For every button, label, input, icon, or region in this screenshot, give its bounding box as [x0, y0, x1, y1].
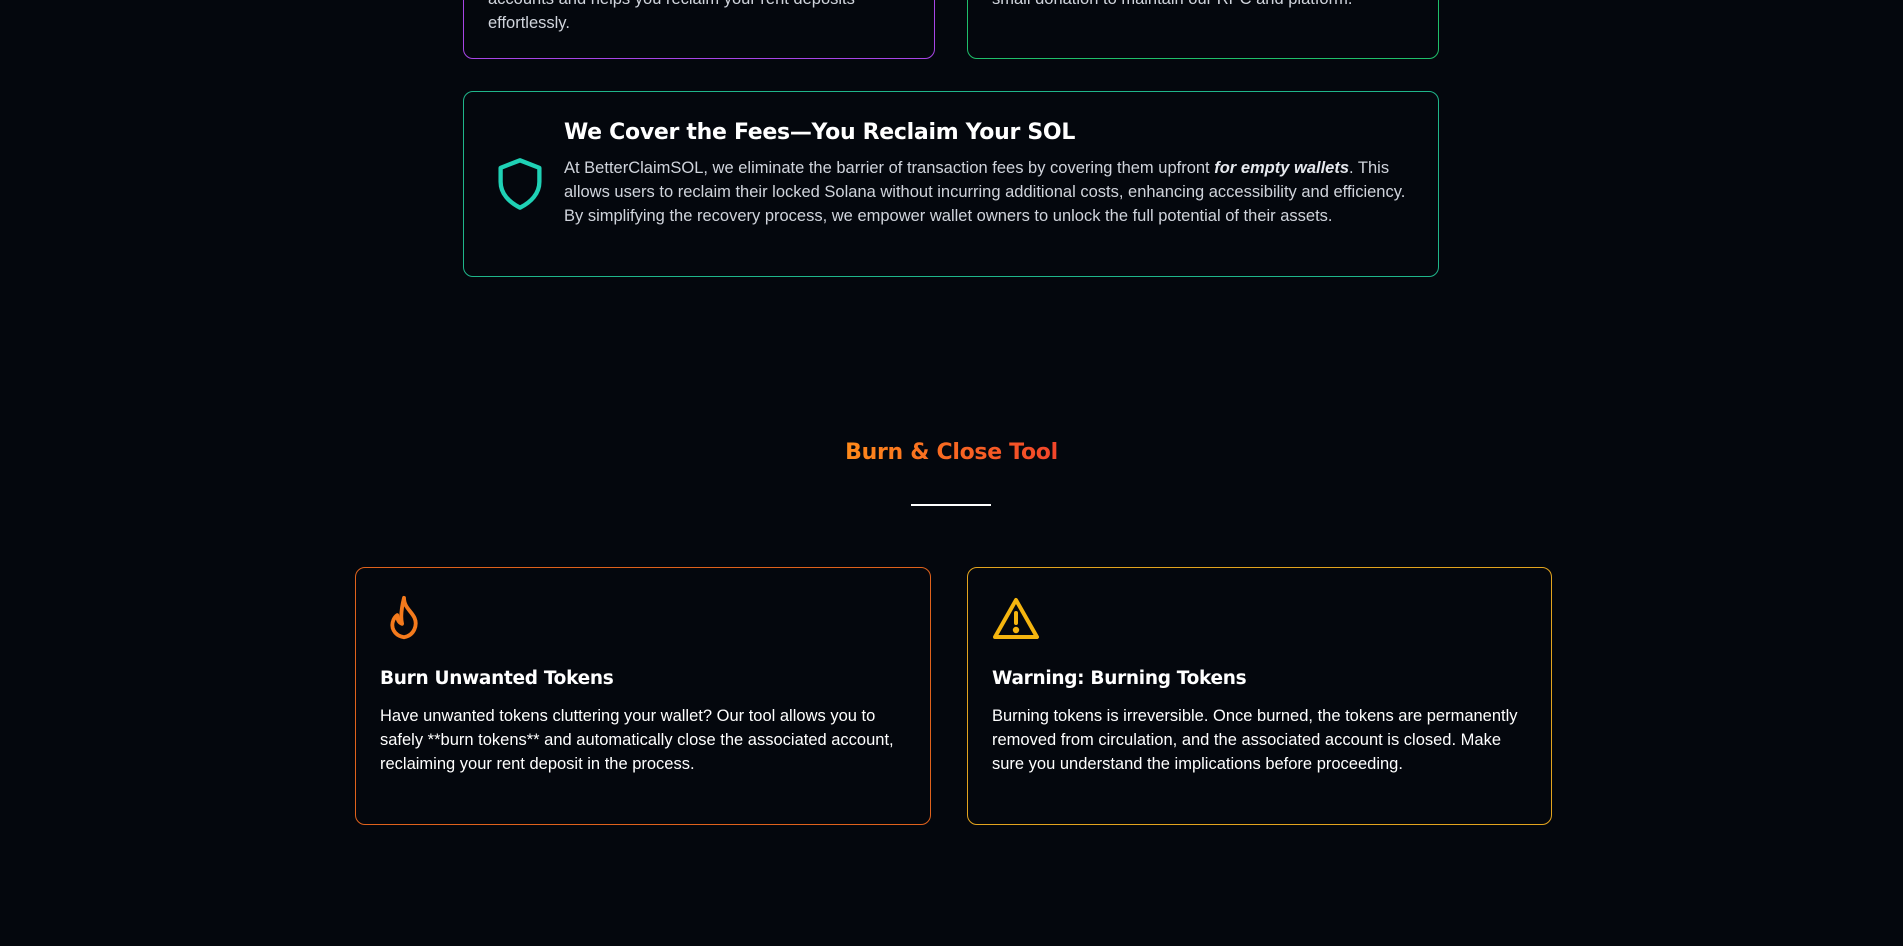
feature-card-top-right: small donation to maintain our RPC and p…	[967, 0, 1439, 59]
warning-card-title: Warning: Burning Tokens	[992, 668, 1247, 689]
feature-card-top-left: accounts and helps you reclaim your rent…	[463, 0, 935, 59]
flame-icon	[390, 595, 418, 640]
fees-card-desc-before: At BetterClaimSOL, we eliminate the barr…	[564, 159, 1215, 177]
fees-card: We Cover the Fees—You Reclaim Your SOL A…	[463, 91, 1439, 277]
warning-card-text: Burning tokens is irreversible. Once bur…	[992, 707, 1518, 773]
warning-card: Warning: Burning Tokens Burning tokens i…	[967, 567, 1552, 825]
fees-card-title: We Cover the Fees—You Reclaim Your SOL	[564, 120, 1076, 145]
warning-icon	[993, 598, 1039, 639]
fees-card-description: At BetterClaimSOL, we eliminate the barr…	[564, 156, 1409, 228]
feature-card-text: small donation to maintain our RPC and p…	[992, 0, 1412, 11]
feature-card-text: accounts and helps you reclaim your rent…	[488, 0, 855, 32]
burn-tokens-card: Burn Unwanted Tokens Have unwanted token…	[355, 567, 931, 825]
section-divider	[911, 504, 991, 506]
page: accounts and helps you reclaim your rent…	[0, 0, 1903, 946]
section-title-text: Burn & Close Tool	[845, 440, 1058, 465]
section-title-burn-close: Burn & Close Tool	[0, 440, 1903, 465]
fees-card-desc-emphasis: for empty wallets	[1214, 159, 1350, 177]
shield-icon	[498, 158, 542, 210]
burn-tokens-card-title: Burn Unwanted Tokens	[380, 668, 614, 689]
burn-tokens-card-text: Have unwanted tokens cluttering your wal…	[380, 707, 894, 773]
